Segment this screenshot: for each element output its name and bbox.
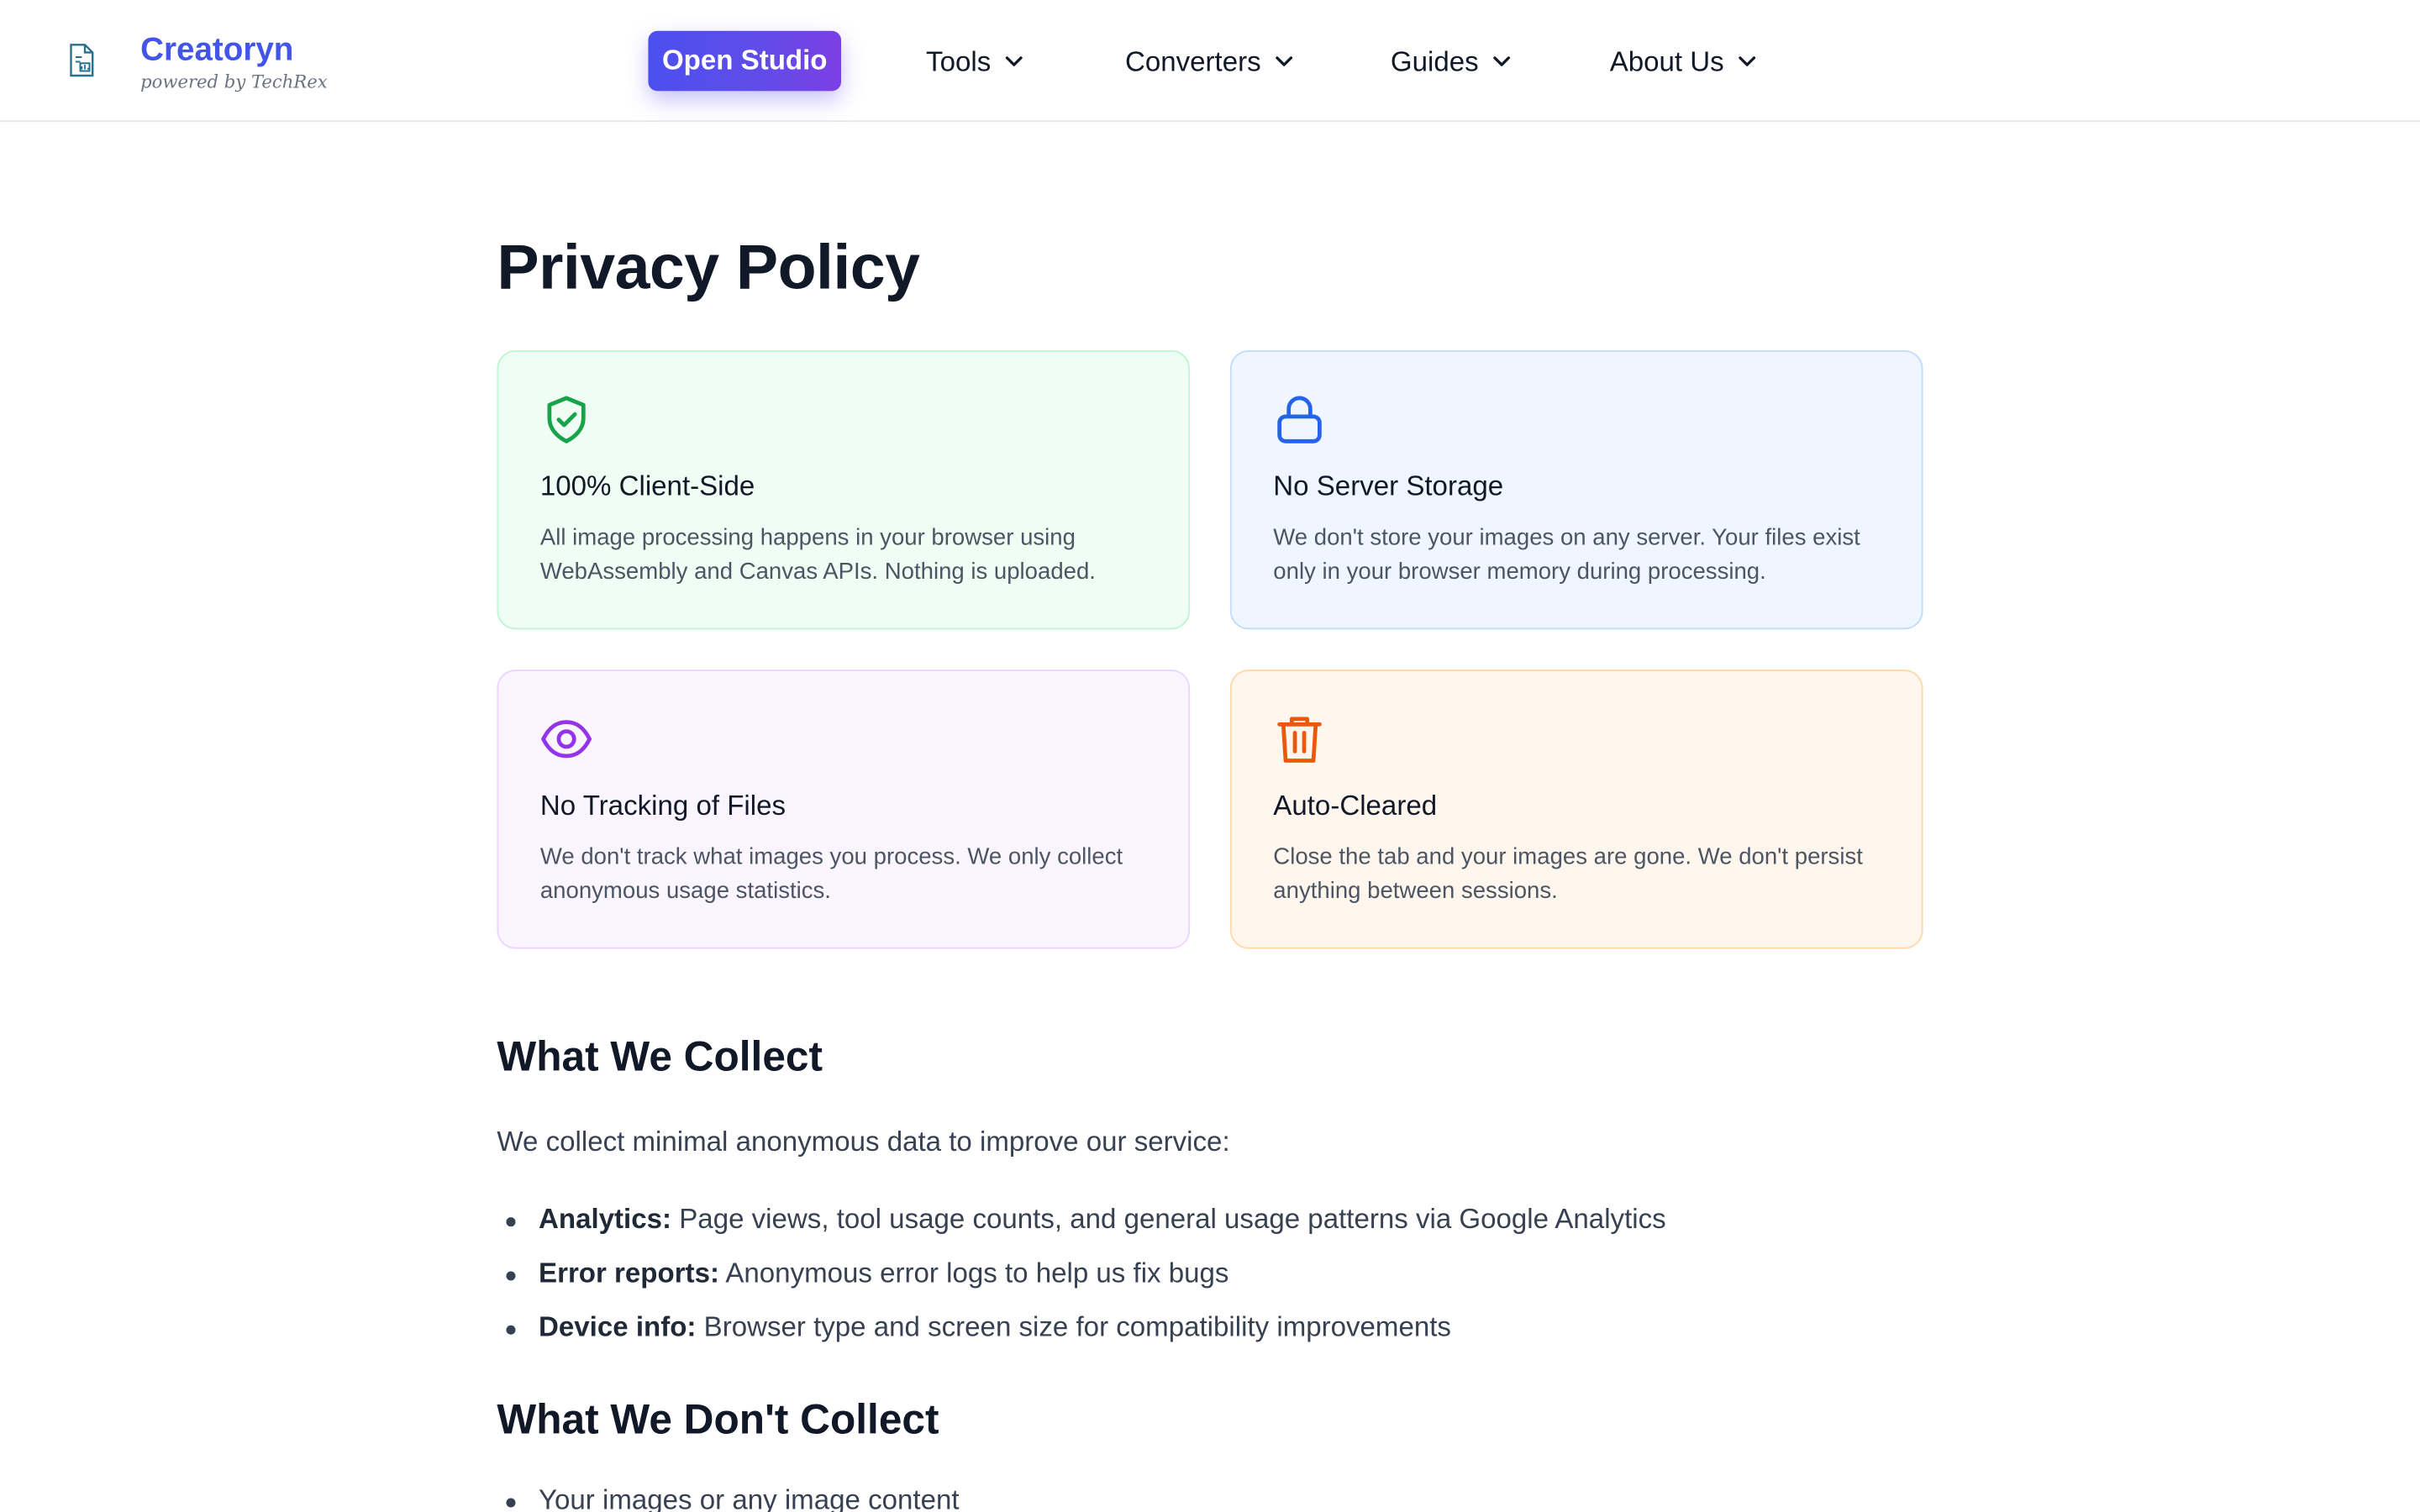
nav-about-label: About Us — [1609, 45, 1724, 76]
chevron-down-icon — [1005, 56, 1023, 66]
document-chart-icon — [70, 44, 94, 77]
page: Creatoryn powered by TechRex Open Studio… — [0, 0, 2420, 1512]
collect-intro: We collect minimal anonymous data to imp… — [497, 1126, 1230, 1158]
list-item-label: Error reports: — [539, 1257, 719, 1289]
nav-tools-dropdown[interactable]: Tools — [926, 43, 1023, 80]
list-item: Error reports: Anonymous error logs to h… — [497, 1257, 1665, 1311]
list-item-text: Your images or any image content — [539, 1483, 960, 1512]
trash-icon — [1277, 717, 1322, 763]
brand-name: Creatoryn — [140, 32, 294, 68]
lock-icon — [1277, 396, 1322, 444]
chevron-down-icon — [1739, 56, 1756, 66]
collect-list: Analytics: Page views, tool usage counts… — [497, 1203, 1666, 1366]
card-title: 100% Client-Side — [539, 470, 755, 501]
list-item-label: Device info: — [539, 1311, 697, 1342]
feature-card-client-side: 100% Client-Side All image processing ha… — [497, 349, 1191, 630]
section-heading-dont-collect: What We Don't Collect — [497, 1396, 939, 1443]
nav-about-dropdown[interactable]: About Us — [1610, 43, 1757, 80]
list-item-text: Page views, tool usage counts, and gener… — [679, 1203, 1666, 1235]
nav-converters-dropdown[interactable]: Converters — [1125, 43, 1293, 80]
feature-card-no-storage: No Server Storage We don't store your im… — [1229, 349, 1923, 630]
list-item-text: Anonymous error logs to help us fix bugs — [725, 1257, 1229, 1289]
list-item: Analytics: Page views, tool usage counts… — [497, 1203, 1666, 1257]
feature-card-no-tracking: No Tracking of Files We don't track what… — [497, 669, 1191, 949]
page-title: Privacy Policy — [497, 231, 920, 302]
open-studio-button[interactable]: Open Studio — [648, 30, 842, 92]
card-text: Close the tab and your images are gone. … — [1273, 843, 1863, 905]
card-text: We don't track what images you process. … — [539, 843, 1123, 905]
card-title: No Server Storage — [1273, 470, 1504, 501]
nav-guides-label: Guides — [1390, 45, 1479, 76]
section-heading-collect: What We Collect — [497, 1033, 823, 1080]
card-title: Auto-Cleared — [1273, 790, 1438, 822]
list-item: Your images or any image content — [497, 1483, 960, 1512]
nav-guides-dropdown[interactable]: Guides — [1391, 43, 1511, 80]
card-text: All image processing happens in your bro… — [539, 524, 1096, 585]
nav-tools-label: Tools — [926, 45, 992, 76]
shield-check-icon — [547, 396, 586, 444]
nav-converters-label: Converters — [1124, 45, 1261, 76]
list-item-text: Browser type and screen size for compati… — [703, 1311, 1451, 1342]
dont-collect-list: Your images or any image content — [497, 1483, 960, 1512]
list-item: Device info: Browser type and screen siz… — [497, 1311, 1665, 1365]
chevron-down-icon — [1493, 56, 1511, 66]
chevron-down-icon — [1276, 56, 1293, 66]
top-navbar: Creatoryn powered by TechRex Open Studio… — [0, 0, 2420, 123]
brand: Creatoryn powered by TechRex — [140, 31, 328, 93]
card-title: No Tracking of Files — [539, 790, 786, 822]
card-text: We don't store your images on any server… — [1273, 524, 1860, 585]
list-item-label: Analytics: — [539, 1203, 672, 1235]
feature-card-auto-cleared: Auto-Cleared Close the tab and your imag… — [1229, 669, 1923, 949]
brand-tagline: powered by TechRex — [140, 71, 328, 93]
eye-icon — [541, 720, 592, 759]
